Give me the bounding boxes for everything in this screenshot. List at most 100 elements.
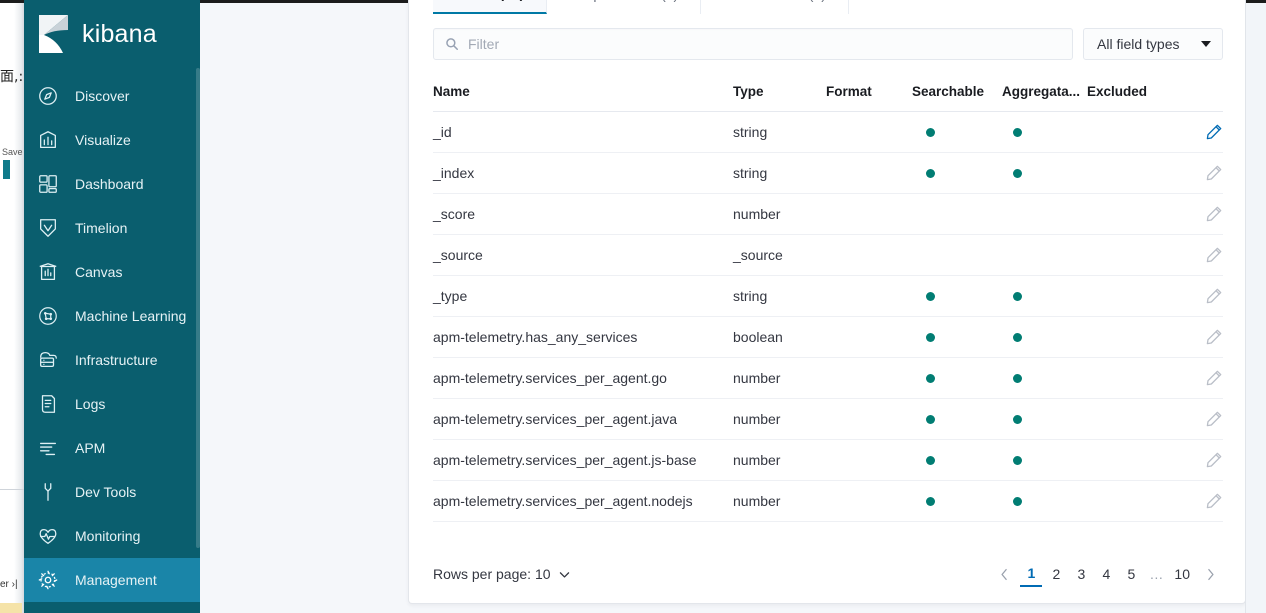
edit-pencil-icon[interactable] (1205, 287, 1223, 305)
sidebar-item-apm[interactable]: APM (24, 426, 200, 470)
pagination-prev-button[interactable] (991, 561, 1017, 587)
table-footer: Rows per page: 10 1 2 3 4 5 … 10 (409, 561, 1247, 587)
edit-pencil-icon[interactable] (1205, 451, 1223, 469)
kibana-brand[interactable]: kibana (24, 0, 200, 68)
column-header-type[interactable]: Type (733, 78, 826, 112)
cell-field-type: number (733, 193, 826, 235)
cell-field-name: _type (433, 275, 733, 317)
sidebar-item-discover[interactable]: Discover (24, 74, 200, 118)
edit-pencil-icon[interactable] (1205, 410, 1223, 428)
infrastructure-icon (36, 348, 60, 372)
edit-pencil-icon[interactable] (1205, 246, 1223, 264)
table-row: apm-telemetry.services_per_agent.java num… (433, 398, 1223, 440)
primary-sidebar: kibana Discover Visualize Dashboard Time… (24, 0, 200, 613)
cell-aggregatable (1002, 152, 1087, 194)
background-card-edge (14, 3, 24, 613)
tab-scripted-fields[interactable]: Scripted fields (0) (547, 0, 702, 14)
column-header-excluded[interactable]: Excluded (1087, 78, 1185, 112)
background-save-fragment: Save (2, 147, 23, 157)
field-type-select-label: All field types (1097, 36, 1180, 52)
searchable-indicator (926, 333, 935, 342)
cell-field-name: _source (433, 234, 733, 276)
sidebar-item-label: Management (75, 572, 157, 588)
cell-field-name: _id (433, 111, 733, 153)
table-row: apm-telemetry.services_per_agent.nodejs n… (433, 480, 1223, 522)
aggregatable-indicator (1013, 374, 1022, 383)
sidebar-item-monitoring[interactable]: Monitoring (24, 514, 200, 558)
logs-icon (36, 392, 60, 416)
cell-field-name: apm-telemetry.services_per_agent.go (433, 357, 733, 399)
edit-pencil-icon[interactable] (1205, 369, 1223, 387)
edit-pencil-icon[interactable] (1205, 205, 1223, 223)
cell-field-format (826, 193, 912, 235)
cell-excluded (1087, 275, 1185, 317)
column-header-format[interactable]: Format (826, 78, 912, 112)
edit-pencil-icon[interactable] (1205, 328, 1223, 346)
fields-table: Name Type Format Searchable Aggregata...… (433, 78, 1223, 522)
sidebar-item-machine-learning[interactable]: Machine Learning (24, 294, 200, 338)
edit-pencil-icon[interactable] (1205, 123, 1223, 141)
pagination-page-5[interactable]: 5 (1120, 561, 1142, 587)
aggregatable-indicator (1013, 456, 1022, 465)
column-header-searchable[interactable]: Searchable (912, 78, 1002, 112)
sidebar-item-dashboard[interactable]: Dashboard (24, 162, 200, 206)
background-yellow-chip (0, 603, 22, 613)
search-icon (445, 37, 459, 51)
pagination-next-button[interactable] (1197, 561, 1223, 587)
cell-actions (1185, 234, 1223, 276)
pagination-page-10[interactable]: 10 (1170, 561, 1194, 587)
sidebar-item-logs[interactable]: Logs (24, 382, 200, 426)
column-header-actions (1185, 78, 1223, 112)
search-input[interactable] (466, 29, 1072, 59)
table-row: _source _source (433, 234, 1223, 276)
column-header-aggregatable[interactable]: Aggregata... (1002, 78, 1087, 112)
filter-search-box[interactable] (433, 28, 1073, 60)
tab-fields[interactable]: Fields (96) (433, 0, 548, 14)
sidebar-item-management[interactable]: Management (24, 558, 200, 602)
edit-pencil-icon[interactable] (1205, 164, 1223, 182)
cell-searchable (912, 111, 1002, 153)
tab-source-filters[interactable]: Source filters (0) (701, 0, 849, 14)
fields-table-head: Name Type Format Searchable Aggregata...… (433, 78, 1223, 112)
cell-searchable (912, 439, 1002, 481)
pagination: 1 2 3 4 5 … 10 (991, 561, 1223, 587)
cell-searchable (912, 152, 1002, 194)
sidebar-item-label: Dev Tools (75, 484, 137, 500)
sidebar-item-visualize[interactable]: Visualize (24, 118, 200, 162)
rows-per-page-button[interactable]: Rows per page: 10 (433, 566, 571, 582)
table-header-row: Name Type Format Searchable Aggregata...… (433, 78, 1223, 112)
pagination-page-4[interactable]: 4 (1095, 561, 1117, 587)
table-row: _type string (433, 275, 1223, 317)
pagination-page-2[interactable]: 2 (1045, 561, 1067, 587)
cell-actions (1185, 398, 1223, 440)
sidebar-item-timelion[interactable]: Timelion (24, 206, 200, 250)
edit-pencil-icon[interactable] (1205, 492, 1223, 510)
cell-actions (1185, 357, 1223, 399)
sidebar-item-dev-tools[interactable]: Dev Tools (24, 470, 200, 514)
background-cjk-fragment: 面,: (0, 69, 24, 85)
rows-per-page-label: Rows per page: 10 (433, 566, 551, 582)
cell-excluded (1087, 398, 1185, 440)
searchable-indicator (926, 497, 935, 506)
sidebar-item-label: Canvas (75, 264, 123, 280)
column-header-name[interactable]: Name (433, 78, 733, 112)
table-row: _index string (433, 152, 1223, 194)
cell-field-type: string (733, 152, 826, 194)
cell-actions (1185, 439, 1223, 481)
tab-label: Scripted fields (0) (569, 0, 678, 2)
cell-actions (1185, 480, 1223, 522)
bar-chart-icon (36, 128, 60, 152)
pagination-page-3[interactable]: 3 (1070, 561, 1092, 587)
cell-searchable (912, 357, 1002, 399)
sidebar-item-infrastructure[interactable]: Infrastructure (24, 338, 200, 382)
kibana-logo-icon (37, 14, 71, 54)
pagination-page-1[interactable]: 1 (1020, 561, 1043, 587)
cell-field-type: string (733, 111, 826, 153)
field-type-select[interactable]: All field types (1083, 28, 1223, 60)
sidebar-nav-list: Discover Visualize Dashboard Timelion Ca… (24, 68, 200, 602)
cell-aggregatable (1002, 439, 1087, 481)
sidebar-item-canvas[interactable]: Canvas (24, 250, 200, 294)
cell-field-format (826, 316, 912, 358)
cell-aggregatable (1002, 275, 1087, 317)
searchable-indicator (926, 374, 935, 383)
